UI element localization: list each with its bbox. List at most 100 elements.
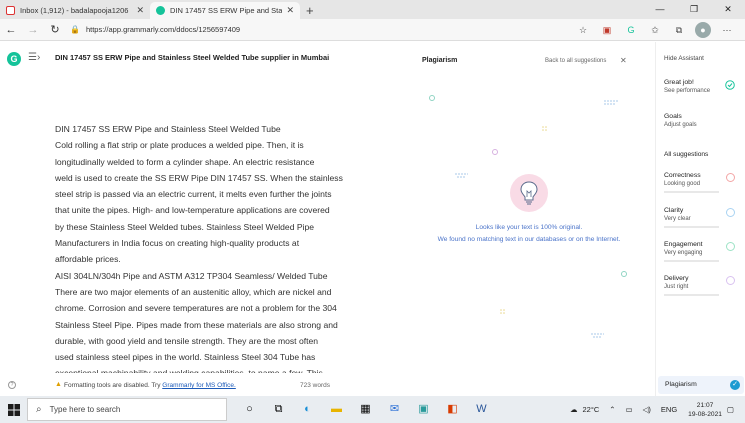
document-line[interactable]: There are two major elements of an auste… bbox=[55, 284, 360, 300]
category-correctness[interactable]: Correctness Looking good bbox=[664, 172, 736, 193]
date: 19-08-2021 bbox=[688, 410, 722, 418]
file-explorer-icon[interactable]: ▬ bbox=[322, 396, 351, 423]
store-icon[interactable]: ▦ bbox=[351, 396, 380, 423]
document-line[interactable]: longitudinally welded to form a cylinder… bbox=[55, 154, 360, 170]
tab-gmail[interactable]: Inbox (1,912) - badalapooja1206 ✕ bbox=[0, 2, 150, 19]
check-icon: ✓ bbox=[730, 380, 740, 390]
weather-icon[interactable]: ☁ bbox=[570, 405, 578, 414]
favorites-icon[interactable]: ✩ bbox=[647, 22, 663, 38]
grammarly-app: G ☰› DIN 17457 SS ERW Pipe and Stainless… bbox=[0, 42, 745, 396]
document-line[interactable]: used stainless steel pipes in the world.… bbox=[55, 349, 360, 365]
category-subtitle: Very clear bbox=[664, 216, 691, 222]
decoration bbox=[542, 126, 547, 131]
clock[interactable]: 21:07 19-08-2021 bbox=[688, 401, 722, 419]
status-dot bbox=[726, 173, 735, 182]
plagiarism-result: Looks like your text is 100% original. bbox=[475, 224, 583, 231]
hide-assistant-button[interactable]: Hide Assistant bbox=[664, 55, 704, 62]
close-icon[interactable]: ✕ bbox=[620, 56, 627, 65]
decoration bbox=[429, 95, 435, 101]
category-delivery[interactable]: Delivery Just right bbox=[664, 275, 736, 296]
collections-icon[interactable]: ⧉ bbox=[671, 22, 687, 38]
restore-icon[interactable]: ❐ bbox=[677, 0, 711, 19]
taskbar-search[interactable]: ⌕ Type here to search bbox=[27, 398, 227, 421]
document-line[interactable]: Stainless Steel Pipe. Pipes made from th… bbox=[55, 317, 360, 333]
document-line[interactable]: DIN 17457 SS ERW Pipe and Stainless Stee… bbox=[55, 121, 360, 137]
word-icon[interactable]: W bbox=[467, 396, 496, 423]
office-icon[interactable]: ◧ bbox=[438, 396, 467, 423]
status-dot bbox=[726, 208, 735, 217]
refresh-icon[interactable]: ↻ bbox=[44, 23, 66, 36]
speaker-icon[interactable]: ◁) bbox=[643, 405, 651, 414]
help-icon[interactable]: ? bbox=[8, 381, 16, 389]
mail-icon[interactable]: ✉ bbox=[380, 396, 409, 423]
goals-card[interactable]: Goals Adjust goals bbox=[664, 113, 736, 128]
document-line[interactable]: affordable prices. bbox=[55, 251, 360, 267]
document-line[interactable]: Cold rolling a flat strip or plate produ… bbox=[55, 137, 360, 153]
document-line[interactable]: that unite the pipes. High- and low-temp… bbox=[55, 202, 360, 218]
edge-icon[interactable]: ◐ bbox=[293, 396, 322, 423]
decoration bbox=[591, 333, 604, 338]
gmail-icon bbox=[6, 6, 15, 15]
back-to-suggestions-link[interactable]: Back to all suggestions bbox=[545, 58, 606, 64]
document-line[interactable]: AISI 304LN/304h Pipe and ASTM A312 TP304… bbox=[55, 268, 360, 284]
plagiarism-button[interactable]: Plagiarism ✓ bbox=[658, 376, 744, 394]
decoration bbox=[621, 271, 627, 277]
goals-subtitle[interactable]: Adjust goals bbox=[664, 122, 736, 128]
grammarly-logo[interactable]: G bbox=[7, 52, 21, 66]
star-icon[interactable]: ☆ bbox=[575, 22, 591, 38]
extension-icon[interactable]: ▣ bbox=[599, 22, 615, 38]
close-window-icon[interactable]: ✕ bbox=[711, 0, 745, 19]
ms-office-link[interactable]: Grammarly for MS Office. bbox=[162, 382, 236, 389]
search-icon: ⌕ bbox=[36, 404, 42, 415]
category-engagement[interactable]: Engagement Very engaging bbox=[664, 241, 736, 262]
warning-icon: ▲ bbox=[55, 381, 62, 388]
lock-icon[interactable]: 🔒 bbox=[70, 25, 80, 34]
grammarly-extension-icon[interactable]: G bbox=[623, 22, 639, 38]
document-line[interactable]: exceptional machinability and welding ca… bbox=[55, 365, 360, 373]
avatar[interactable]: ● bbox=[695, 22, 711, 38]
windows-start-icon[interactable] bbox=[0, 396, 27, 423]
decoration bbox=[455, 173, 468, 178]
minimize-icon[interactable]: — bbox=[643, 0, 677, 19]
document-line[interactable]: chrome. Corrosion and severe temperature… bbox=[55, 300, 360, 316]
document-line[interactable]: steel strip is passed via an electric cu… bbox=[55, 186, 360, 202]
document-title[interactable]: DIN 17457 SS ERW Pipe and Stainless Stee… bbox=[55, 53, 329, 62]
category-clarity[interactable]: Clarity Very clear bbox=[664, 207, 736, 228]
app-icon[interactable]: ▣ bbox=[409, 396, 438, 423]
status-dot bbox=[726, 276, 735, 285]
all-suggestions-link[interactable]: All suggestions bbox=[664, 151, 708, 158]
grammarly-icon bbox=[156, 6, 165, 15]
more-icon[interactable]: ⋯ bbox=[719, 22, 735, 38]
decoration bbox=[604, 100, 619, 105]
category-subtitle: Looking good bbox=[664, 181, 701, 187]
back-icon[interactable]: ← bbox=[0, 24, 22, 36]
close-icon[interactable]: ✕ bbox=[286, 5, 294, 16]
document-line[interactable]: weld is used to create the SS ERW Pipe D… bbox=[55, 170, 360, 186]
forward-icon[interactable]: → bbox=[22, 24, 44, 36]
document-line[interactable]: by these Stainless Steel Welded tubes. S… bbox=[55, 219, 360, 235]
time: 21:07 bbox=[696, 401, 714, 409]
chevron-up-icon[interactable]: ⌃ bbox=[609, 405, 615, 414]
temperature[interactable]: 22°C bbox=[582, 405, 599, 414]
tab-grammarly[interactable]: DIN 17457 SS ERW Pipe and Stai ✕ bbox=[150, 2, 300, 19]
cortana-icon[interactable]: ○ bbox=[235, 396, 264, 423]
word-count[interactable]: 723 words bbox=[300, 382, 330, 389]
category-bar bbox=[664, 226, 719, 228]
network-icon[interactable]: ▭ bbox=[626, 405, 633, 414]
notifications-icon[interactable]: ▢ bbox=[727, 405, 734, 414]
performance-subtitle[interactable]: See performance bbox=[664, 88, 736, 94]
document-line[interactable]: Manufacturers in India focus on creating… bbox=[55, 235, 360, 251]
plagiarism-detail: We found no matching text in our databas… bbox=[437, 236, 621, 243]
document-editor[interactable]: DIN 17457 SS ERW Pipe and Stainless Stee… bbox=[55, 121, 360, 373]
document-line[interactable]: durable, with good yield and tensile str… bbox=[55, 333, 360, 349]
lightbulb-icon bbox=[510, 174, 548, 212]
new-tab-button[interactable]: + bbox=[306, 2, 314, 19]
menu-icon[interactable]: ☰› bbox=[28, 52, 40, 63]
close-icon[interactable]: ✕ bbox=[136, 5, 144, 16]
decoration bbox=[492, 149, 498, 155]
windows-taskbar: ⌕ Type here to search ○ ⧉ ◐ ▬ ▦ ✉ ▣ ◧ W … bbox=[0, 396, 745, 423]
plagiarism-label: Plagiarism bbox=[665, 381, 697, 388]
address-bar[interactable]: 🔒 https://app.grammarly.com/ddocs/125659… bbox=[70, 21, 540, 38]
task-view-icon[interactable]: ⧉ bbox=[264, 396, 293, 423]
language-indicator[interactable]: ENG bbox=[661, 405, 677, 414]
